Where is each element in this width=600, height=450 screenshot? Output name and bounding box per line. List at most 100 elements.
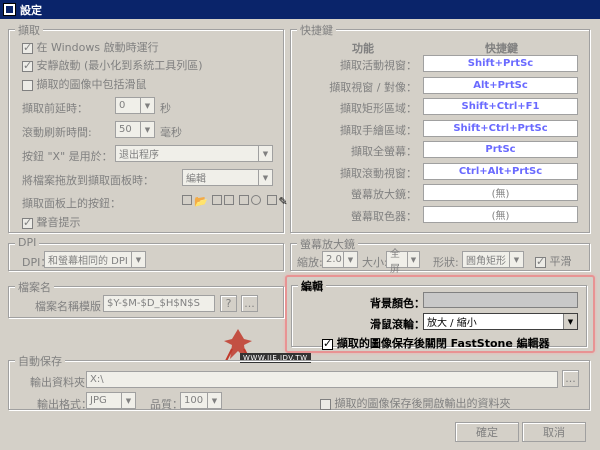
circle-icon xyxy=(251,195,261,205)
checkbox-icon xyxy=(322,337,333,350)
filename-template-value: $Y-$M-$D_$H$N$S xyxy=(107,298,200,309)
cancel-button[interactable]: 取消 xyxy=(522,422,586,442)
shape-select[interactable]: 圓角矩形 ▼ xyxy=(462,251,524,268)
shape-value: 圓角矩形 xyxy=(466,256,506,267)
delay-unit: 秒 xyxy=(160,102,171,115)
run-at-startup-label: 在 Windows 啟動時運行 xyxy=(36,41,159,54)
hotkey-name-3: 擷取手繪區域： xyxy=(340,123,417,137)
hotkey-name-6: 螢幕放大鏡： xyxy=(351,188,417,201)
zoom-select[interactable]: 2.0 ▼ xyxy=(322,251,358,268)
wheel-label: 滑鼠滾輪： xyxy=(370,318,425,331)
x-button-value: 退出程序 xyxy=(119,150,159,161)
browse-folder-button[interactable]: ... xyxy=(562,370,579,387)
checkbox-icon[interactable] xyxy=(211,195,222,205)
hotkey-name-0: 擷取活動視窗： xyxy=(340,59,417,72)
wheel-select[interactable]: 放大 / 縮小 ▼ xyxy=(423,313,578,330)
filename-more-button[interactable]: ... xyxy=(241,295,258,312)
hotkey-name-4: 擷取全螢幕： xyxy=(351,145,417,158)
filename-template-label: 檔案名稱模版： xyxy=(35,300,112,313)
chevron-down-icon: ▼ xyxy=(406,252,419,267)
filename-template-input[interactable]: $Y-$M-$D_$H$N$S xyxy=(103,295,215,312)
filename-help-button[interactable]: ? xyxy=(220,295,237,312)
close-after-save-label: 擷取的圖像保存後關閉 FastStone 編輯器 xyxy=(336,337,550,350)
hotkey-field-4[interactable]: PrtSc xyxy=(423,141,578,158)
bg-color-swatch[interactable] xyxy=(423,292,578,308)
delay-label: 擷取前延時： xyxy=(22,102,88,115)
checkbox-icon xyxy=(22,59,33,72)
hotkeys-legend: 快捷鍵 xyxy=(297,22,336,38)
delay-select[interactable]: 0 ▼ xyxy=(115,97,155,114)
hotkey-field-5[interactable]: Ctrl+Alt+PrtSc xyxy=(423,162,578,180)
size-select[interactable]: 全屏 ▼ xyxy=(386,249,420,275)
scroll-select[interactable]: 50 ▼ xyxy=(115,121,155,138)
checkbox-icon xyxy=(320,398,331,410)
hotkey-field-7[interactable]: (無) xyxy=(423,205,578,223)
capture-legend: 擷取 xyxy=(15,22,43,38)
ok-button[interactable]: 確定 xyxy=(455,422,519,442)
dpi-select[interactable]: 和螢幕相同的 DPI ▼ xyxy=(44,251,146,268)
chevron-down-icon: ▼ xyxy=(563,314,577,329)
autosave-legend: 自動保存 xyxy=(15,353,65,369)
chevron-down-icon: ▼ xyxy=(258,170,272,185)
include-cursor-checkbox[interactable]: 擷取的圖像中包括滑鼠 xyxy=(22,76,147,92)
size-value: 全屏 xyxy=(390,248,400,275)
hotkey-field-0[interactable]: Shift+PrtSc xyxy=(423,55,578,72)
close-after-save-checkbox[interactable]: 擷取的圖像保存後關閉 FastStone 編輯器 xyxy=(322,335,550,351)
hotkey-name-7: 螢幕取色器： xyxy=(351,209,417,223)
magnifier-legend: 螢幕放大鏡 xyxy=(297,236,358,252)
smooth-label: 平滑 xyxy=(549,255,572,268)
quality-value: 100 xyxy=(184,395,204,406)
quality-select[interactable]: 100 ▼ xyxy=(180,392,222,409)
checkbox-icon[interactable] xyxy=(182,195,192,205)
checkbox-icon xyxy=(22,216,33,229)
smooth-checkbox[interactable]: 平滑 xyxy=(535,253,572,269)
hotkeys-col-function: 功能 xyxy=(352,42,374,55)
chevron-down-icon: ▼ xyxy=(343,252,357,267)
window-title: 設定 xyxy=(20,3,42,17)
output-folder-input[interactable]: X:\ xyxy=(86,371,558,388)
hotkey-field-3[interactable]: Shift+Ctrl+PrtSc xyxy=(423,119,578,137)
open-folder-label: 擷取的圖像保存後開啟輸出的資料夾 xyxy=(334,397,511,410)
bg-color-label: 背景顏色： xyxy=(370,297,425,310)
x-button-select[interactable]: 退出程序 ▼ xyxy=(115,145,273,162)
drag-select[interactable]: 編輯 ▼ xyxy=(182,169,273,186)
size-label: 大小: xyxy=(362,256,388,269)
chevron-down-icon: ▼ xyxy=(509,252,523,267)
drag-label: 將檔案拖放到擷取面板時： xyxy=(22,174,154,187)
hotkey-field-6[interactable]: (無) xyxy=(423,184,578,201)
chevron-down-icon: ▼ xyxy=(131,252,145,267)
dpi-value: 和螢幕相同的 DPI xyxy=(48,256,128,267)
zoom-label: 縮放: xyxy=(297,256,323,269)
hotkey-field-2[interactable]: Shift+Ctrl+F1 xyxy=(423,98,578,115)
quality-label: 品質： xyxy=(150,398,183,411)
sound-checkbox[interactable]: 聲音提示 xyxy=(22,214,81,230)
chevron-down-icon: ▼ xyxy=(258,146,272,161)
output-format-select[interactable]: JPG ▼ xyxy=(86,392,136,409)
wheel-value: 放大 / 縮小 xyxy=(427,318,477,329)
x-button-label: 按鈕 "X" 是用於： xyxy=(22,150,113,163)
app-icon xyxy=(3,3,16,16)
silent-start-label: 安靜啟動 (最小化到系統工具列區) xyxy=(36,59,203,72)
folder-icon: 📂 xyxy=(194,195,208,208)
hotkey-field-1[interactable]: Alt+PrtSc xyxy=(423,76,578,94)
open-folder-checkbox[interactable]: 擷取的圖像保存後開啟輸出的資料夾 xyxy=(320,395,511,411)
title-bar[interactable]: 設定 xyxy=(0,0,600,19)
checkbox-icon[interactable] xyxy=(266,195,277,205)
hotkey-name-2: 擷取矩形區域： xyxy=(340,102,417,115)
output-format-label: 輸出格式： xyxy=(37,398,92,411)
pen-icon: ✎ xyxy=(278,195,288,208)
zoom-value: 2.0 xyxy=(326,254,342,265)
checkbox-icon xyxy=(22,79,33,91)
hotkey-name-1: 擷取視窗 / 對像： xyxy=(329,80,417,94)
output-folder-value: X:\ xyxy=(90,374,104,385)
panel-buttons-label: 擷取面板上的按鈕： xyxy=(22,197,121,210)
scroll-unit: 毫秒 xyxy=(160,126,182,139)
scroll-value: 50 xyxy=(119,124,132,135)
run-at-startup-checkbox[interactable]: 在 Windows 啟動時運行 xyxy=(22,39,159,55)
dpi-legend: DPI xyxy=(15,236,40,249)
hotkey-name-5: 擷取滾動視窗： xyxy=(340,166,417,180)
checkbox-icon[interactable] xyxy=(239,195,249,205)
silent-start-checkbox[interactable]: 安靜啟動 (最小化到系統工具列區) xyxy=(22,57,203,73)
editor-legend: 編輯 xyxy=(298,278,326,294)
filename-legend: 檔案名 xyxy=(15,279,54,295)
